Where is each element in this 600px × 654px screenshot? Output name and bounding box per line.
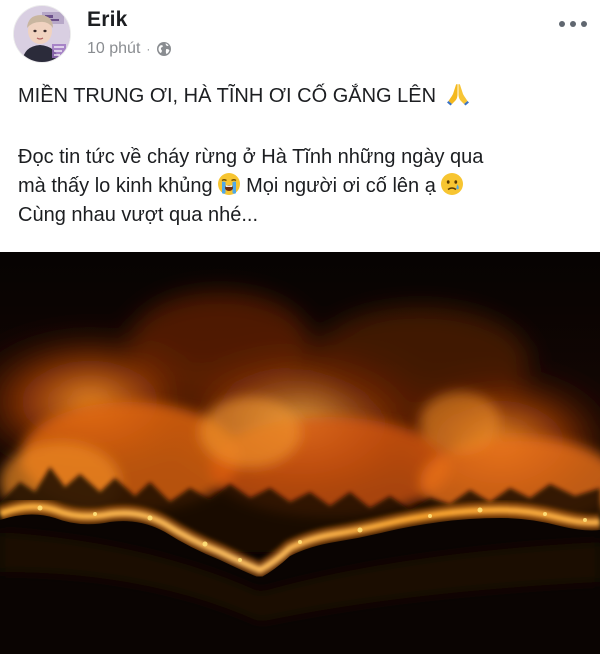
globe-icon[interactable]	[156, 41, 172, 57]
more-options-icon	[559, 21, 587, 27]
post-photo[interactable]	[0, 252, 600, 654]
author-name[interactable]: Erik	[87, 8, 128, 32]
post-headline: MIỀN TRUNG ƠI, HÀ TĨNH ƠI CỐ GẮNG LÊN	[18, 82, 588, 111]
post-timestamp[interactable]: 10 phút	[87, 40, 140, 58]
folded-hands-emoji	[446, 82, 470, 106]
body-line-1: Đọc tin tức về cháy rừng ở Hà Tĩnh những…	[18, 146, 484, 168]
post-meta: 10 phút ·	[87, 38, 172, 60]
avatar-image	[14, 6, 70, 62]
post-header: Erik 10 phút ·	[0, 0, 600, 72]
body-line-2-part-b: Mọi người ơi cố lên ạ	[246, 175, 436, 197]
body-line-3: Cùng nhau vượt qua nhé...	[18, 204, 258, 226]
meta-separator: ·	[146, 42, 151, 56]
avatar[interactable]	[14, 6, 70, 62]
headline-text: MIỀN TRUNG ƠI, HÀ TĨNH ƠI CỐ GẮNG LÊN	[18, 85, 437, 107]
facebook-post: Erik 10 phút · MIỀN TRUNG ƠI, HÀ TĨNH ƠI…	[0, 0, 600, 654]
more-options-button[interactable]	[556, 12, 590, 36]
body-line-2: mà thấy lo kinh khủng Mọi người ơi cố lê…	[18, 172, 588, 201]
body-line-2-part-a: mà thấy lo kinh khủng	[18, 175, 213, 197]
post-body: Đọc tin tức về cháy rừng ở Hà Tĩnh những…	[18, 143, 588, 230]
crying-face-emoji	[440, 172, 464, 196]
loudly-crying-face-emoji	[217, 172, 241, 196]
forest-fire-image	[0, 252, 600, 654]
